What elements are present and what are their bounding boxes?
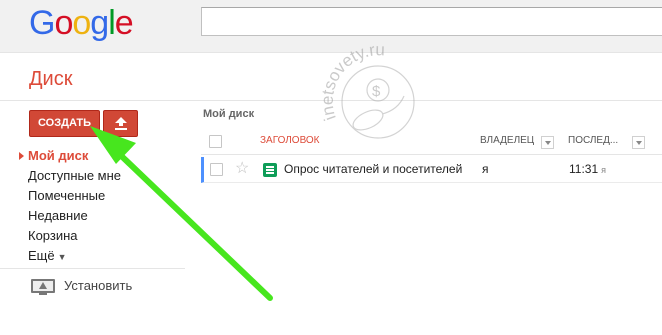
breadcrumb[interactable]: Мой диск [203,108,254,120]
dollar-icon: $ [372,83,381,100]
search-input[interactable] [201,7,662,36]
row-checkbox[interactable] [210,163,223,176]
sidebar-item-recent[interactable]: Недавние [0,206,185,226]
watermark-logo: inetsovety.ru $ [318,40,415,139]
logo-letter: g [90,4,109,42]
sidebar-item-more[interactable]: Ещё ▼ [0,246,185,266]
app-title: Диск [29,68,73,90]
table-row[interactable]: ☆ Опрос читателей и посетителей я 11:31 я [201,157,662,183]
drive-desktop-icon [31,278,55,295]
sidebar-nav: Мой диск Доступные мне Помеченные Недавн… [0,146,185,266]
modified-sort-button[interactable] [632,136,645,149]
form-file-icon [263,163,277,177]
sidebar-item-label: Помеченные [28,188,106,203]
file-owner: я [482,162,489,176]
sidebar-item-my-drive[interactable]: Мой диск [0,146,185,166]
logo-letter: o [72,4,91,42]
sidebar-item-label: Ещё [28,248,55,263]
sidebar-item-shared[interactable]: Доступные мне [0,166,185,186]
install-link[interactable]: Установить [30,276,132,296]
star-icon[interactable]: ☆ [235,160,249,178]
create-button[interactable]: СОЗДАТЬ [29,110,100,137]
google-logo[interactable]: Google [29,3,134,43]
column-owner[interactable]: ВЛАДЕЛЕЦ [480,135,534,146]
file-modified-time: 11:31 [569,162,599,176]
chevron-down-icon: ▼ [57,252,67,262]
upload-icon [115,117,127,130]
install-label: Установить [64,278,133,293]
upload-button[interactable] [103,110,138,137]
sidebar-item-starred[interactable]: Помеченные [0,186,185,206]
logo-letter: e [114,4,134,42]
column-title[interactable]: ЗАГОЛОВОК [260,135,320,146]
sidebar-item-trash[interactable]: Корзина [0,226,185,246]
column-modified[interactable]: ПОСЛЕД... [568,135,618,146]
sidebar-item-label: Недавние [28,208,88,223]
sidebar-item-label: Мой диск [28,148,89,163]
owner-sort-button[interactable] [541,136,554,149]
sidebar-item-label: Корзина [28,228,78,243]
logo-letter: o [54,4,73,42]
sidebar-divider [0,268,185,269]
file-modified-by: я [601,165,607,175]
select-all-checkbox[interactable] [209,135,222,148]
logo-letter: G [29,4,55,42]
file-modified: 11:31 я [569,162,606,176]
file-name[interactable]: Опрос читателей и посетителей [284,162,462,176]
sidebar-item-label: Доступные мне [28,168,122,183]
